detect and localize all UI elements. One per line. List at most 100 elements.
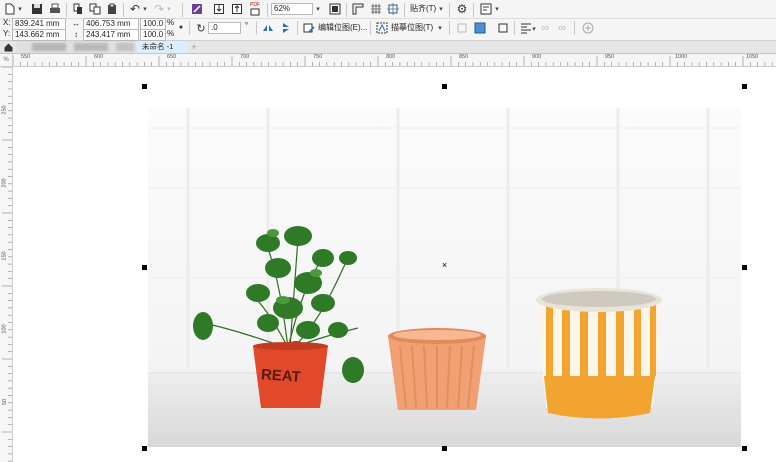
height-field[interactable]: 243.417 mm xyxy=(83,29,139,41)
blurred-filename xyxy=(32,43,66,51)
selection-handle-top-right[interactable] xyxy=(742,84,747,89)
selection-handle-bottom-center[interactable] xyxy=(442,446,447,451)
chevron-down-icon[interactable]: ▾ xyxy=(437,2,445,16)
ruler-tick-label: 750 xyxy=(313,54,323,60)
edit-bitmap-button[interactable]: 编辑位图(E)... xyxy=(318,22,367,34)
x-label: X: xyxy=(3,18,11,27)
document-tab-bar: 未命名 -1 + xyxy=(0,41,776,54)
chevron-down-icon[interactable]: ▾ xyxy=(436,21,444,35)
mirror-horizontal-icon[interactable] xyxy=(261,21,275,35)
ruler-tick-label: 1000 xyxy=(675,54,688,60)
tab-document-blurred[interactable] xyxy=(16,41,136,53)
snap-to-dropdown[interactable]: 贴齐(T) xyxy=(410,3,436,15)
import-icon[interactable] xyxy=(212,2,226,16)
y-position-field[interactable]: 143.662 mm xyxy=(12,29,66,41)
undo-icon[interactable]: ↶ xyxy=(128,2,142,16)
height-icon: ↕ xyxy=(74,29,78,39)
standard-toolbar: ▾ ↶ ▾ ↷ ▾ PDF 62% ▾ 贴齐(T) ▾ ⚙ ▾ xyxy=(0,0,776,19)
corel-connect-icon[interactable] xyxy=(190,2,204,16)
pdf-export-icon[interactable]: PDF xyxy=(247,1,263,17)
pot-text: REAT xyxy=(260,366,301,386)
tab-label: 未命名 -1 xyxy=(142,42,174,51)
trace-bitmap-button[interactable]: 描摹位图(T) xyxy=(391,22,433,34)
selection-handle-middle-right[interactable] xyxy=(742,265,747,270)
ruler-corner[interactable]: % xyxy=(0,54,13,67)
chevron-down-icon[interactable]: ▾ xyxy=(166,2,172,16)
bounding-box-icon[interactable] xyxy=(496,21,510,35)
y-position-value: 143.662 mm xyxy=(15,30,60,39)
rotate-icon: ↻ xyxy=(196,22,206,35)
ruler-tick-label: 1050 xyxy=(746,54,759,60)
link-icon: ∞ xyxy=(541,22,549,34)
resample-icon[interactable] xyxy=(473,21,487,35)
ruler-tick-label: 950 xyxy=(605,54,615,60)
redo-icon[interactable]: ↷ xyxy=(152,2,166,16)
selection-handle-middle-left[interactable] xyxy=(142,265,147,270)
scale-x-value: 100.0 xyxy=(143,19,164,28)
mirror-vertical-icon[interactable] xyxy=(279,21,293,35)
chevron-down-icon[interactable]: ▾ xyxy=(142,2,148,16)
new-document-icon[interactable] xyxy=(3,2,17,16)
selection-handle-bottom-left[interactable] xyxy=(142,446,147,451)
ruler-tick-label: 250 xyxy=(1,105,8,115)
blurred-filename xyxy=(116,43,134,51)
trace-bitmap-icon[interactable] xyxy=(375,21,389,35)
scale-y-value: 100.0 xyxy=(143,30,164,39)
ruler-unit: % xyxy=(3,57,9,63)
pot-plants-photo: REAT xyxy=(148,108,741,447)
chevron-down-icon[interactable]: ▾ xyxy=(531,24,537,34)
horizontal-ruler[interactable]: 550 600 650 700 750 800 850 900 950 1000… xyxy=(13,54,776,67)
edit-bitmap-label: 编辑位图(E)... xyxy=(318,23,368,32)
print-icon[interactable] xyxy=(48,2,62,16)
gear-icon[interactable]: ⚙ xyxy=(455,2,469,16)
new-tab-icon[interactable]: + xyxy=(188,41,200,53)
blurred-filename xyxy=(74,43,108,51)
tab-untitled-1[interactable]: 未命名 -1 xyxy=(138,41,188,53)
export-icon[interactable] xyxy=(230,2,244,16)
height-value: 243.417 mm xyxy=(86,30,131,39)
ruler-tick-label: 150 xyxy=(1,251,8,261)
chevron-down-icon[interactable]: ▾ xyxy=(314,2,322,16)
center-marker-icon[interactable]: × xyxy=(440,261,449,270)
vertical-ruler[interactable]: 250 200 150 100 50 xyxy=(0,67,13,462)
unlink-icon: ∞ xyxy=(558,22,566,34)
rotation-angle-field[interactable]: .0 xyxy=(208,22,241,34)
full-screen-icon[interactable] xyxy=(328,2,342,16)
copy-icon[interactable] xyxy=(88,2,102,16)
crop-bitmap-icon[interactable] xyxy=(455,21,469,35)
zoom-level-dropdown[interactable]: 62% xyxy=(271,3,313,15)
show-grid-icon[interactable] xyxy=(369,2,383,16)
ruler-tick-label: 50 xyxy=(2,398,9,406)
edit-bitmap-icon[interactable] xyxy=(302,21,316,35)
show-rulers-icon[interactable] xyxy=(351,2,365,16)
show-guidelines-icon[interactable] xyxy=(386,2,400,16)
application-launcher-icon[interactable] xyxy=(479,2,493,16)
rotation-value: .0 xyxy=(211,23,218,32)
ruler-tick-label: 900 xyxy=(532,54,542,60)
add-icon[interactable] xyxy=(581,21,595,35)
width-icon: ↔ xyxy=(72,18,80,28)
save-icon[interactable] xyxy=(30,2,44,16)
lock-ratio-icon[interactable]: ● xyxy=(177,21,185,33)
ruler-tick-label: 700 xyxy=(240,54,250,60)
ruler-tick-label: 100 xyxy=(1,324,8,334)
selection-handle-top-left[interactable] xyxy=(142,84,147,89)
cut-icon[interactable] xyxy=(71,2,85,16)
scale-y-field[interactable]: 100.0 xyxy=(140,29,166,41)
width-value: 406.753 mm xyxy=(86,19,131,28)
selection-handle-bottom-right[interactable] xyxy=(742,446,747,451)
chevron-down-icon[interactable]: ▾ xyxy=(17,2,23,16)
percent-label: % xyxy=(167,29,175,38)
selected-bitmap-image[interactable]: REAT xyxy=(148,108,741,447)
ruler-tick-label: 850 xyxy=(459,54,469,60)
ruler-tick-label: 600 xyxy=(94,54,104,60)
selection-handle-top-center[interactable] xyxy=(442,84,447,89)
home-icon[interactable] xyxy=(3,41,13,53)
paste-icon[interactable] xyxy=(105,2,119,16)
ruler-tick-label: 550 xyxy=(21,54,31,60)
y-label: Y: xyxy=(3,29,11,38)
degree-label: ° xyxy=(245,21,249,30)
trace-bitmap-label: 描摹位图(T) xyxy=(391,23,434,32)
snap-label: 贴齐(T) xyxy=(410,4,437,13)
chevron-down-icon[interactable]: ▾ xyxy=(493,2,501,16)
